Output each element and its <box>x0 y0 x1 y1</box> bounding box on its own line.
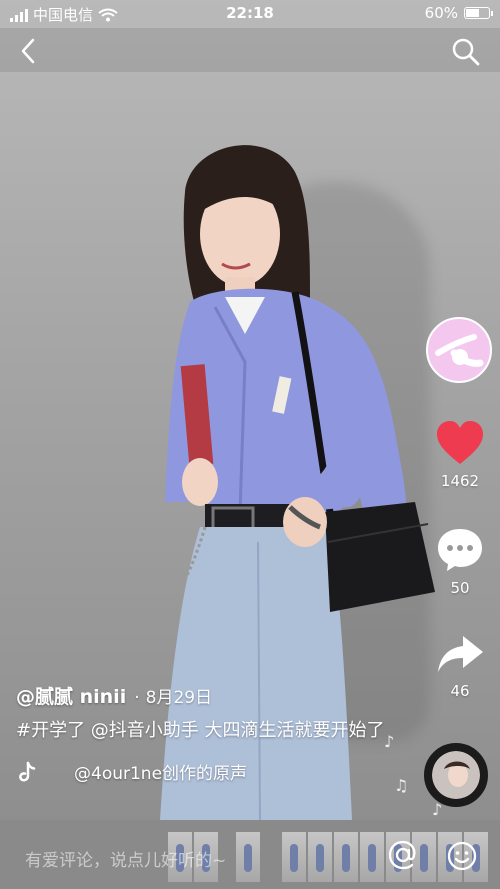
comment-button[interactable]: 50 <box>430 525 490 597</box>
status-bar: 中国电信 22:18 60% <box>0 0 500 28</box>
like-button[interactable]: 1462 <box>430 420 490 490</box>
at-icon[interactable] <box>388 840 418 870</box>
comment-placeholder: 有爱评论，说点儿好听的~ <box>25 851 227 871</box>
back-button[interactable] <box>14 36 44 66</box>
tiktok-logo-icon <box>16 761 38 783</box>
like-count: 1462 <box>440 472 480 490</box>
music-disc[interactable] <box>424 743 488 807</box>
bottom-bar: 有爱评论，说点儿好听的~ <box>0 820 500 889</box>
author-avatar[interactable] <box>426 317 492 383</box>
heart-icon <box>437 421 483 464</box>
share-arrow-icon <box>438 636 483 672</box>
music-title: @4our1ne创作的原声 <box>74 764 248 784</box>
music-note-icon: ♪ <box>384 732 395 751</box>
battery-fill <box>466 9 479 17</box>
share-button[interactable]: 46 <box>430 630 490 700</box>
battery-percent: 60% <box>424 4 458 22</box>
emoji-icon[interactable] <box>446 840 478 872</box>
comment-bubble-icon <box>438 529 482 571</box>
share-count: 46 <box>450 682 470 700</box>
search-button[interactable] <box>450 36 482 68</box>
author-row: @腻腻 ninii · 8月29日 <box>16 682 396 709</box>
post-caption: @腻腻 ninii · 8月29日 #开学了 @抖音小助手 大四滴生活就要开始了… <box>16 682 396 784</box>
disc-avatar-icon <box>432 751 480 799</box>
video-screen[interactable]: 中国电信 22:18 60% 1462 50 46 @腻腻 ninii · 8月… <box>0 0 500 889</box>
pointing-hand-icon <box>435 334 484 367</box>
music-row[interactable]: @4our1ne创作的原声 <box>16 759 396 784</box>
battery-icon <box>464 7 493 19</box>
top-nav <box>0 28 500 72</box>
comment-count: 50 <box>450 579 470 597</box>
post-description[interactable]: #开学了 @抖音小助手 大四滴生活就要开始了 <box>16 717 386 745</box>
date-separator: · <box>134 688 140 708</box>
post-date: 8月29日 <box>145 688 213 708</box>
music-note-icon: ♫ <box>394 776 409 795</box>
author-name[interactable]: @腻腻 ninii <box>16 682 126 709</box>
battery-group: 60% <box>424 4 493 22</box>
